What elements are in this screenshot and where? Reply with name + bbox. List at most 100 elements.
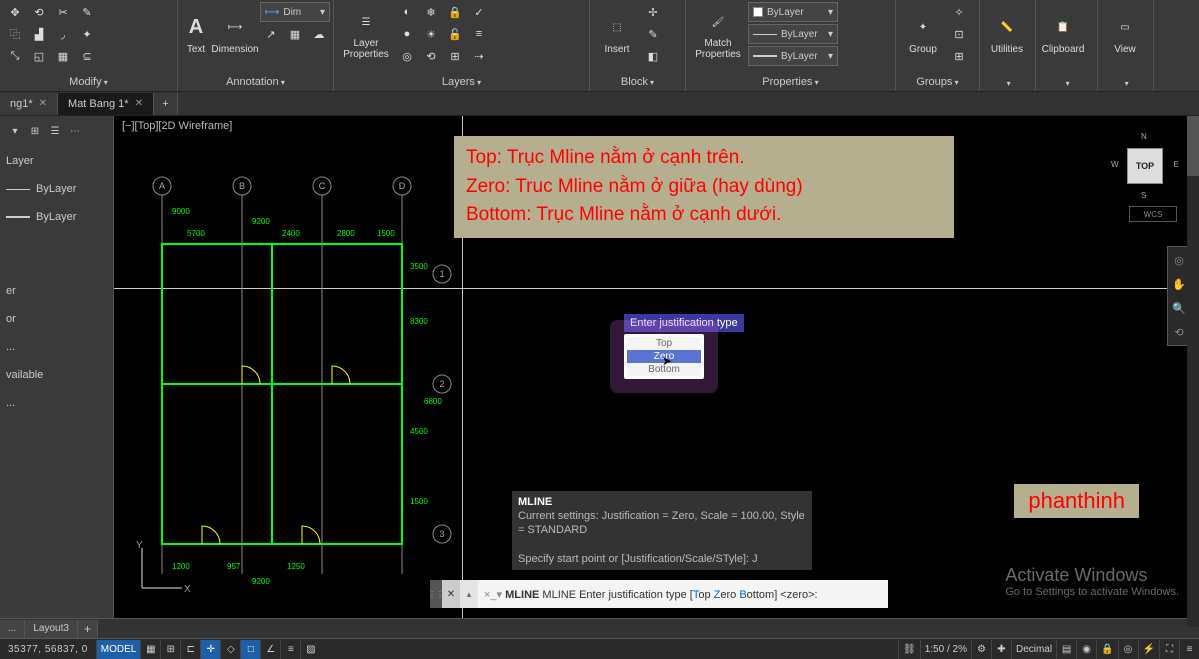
clipboard-button[interactable]: 📋Clipboard xyxy=(1040,2,1086,66)
dimension-button[interactable]: ⟼ Dimension xyxy=(212,2,258,66)
match-properties-button[interactable]: 🖌 Match Properties xyxy=(690,2,746,66)
polar-toggle-icon[interactable]: ✛ xyxy=(200,640,220,659)
layout-tab-add[interactable]: + xyxy=(78,620,98,638)
command-line[interactable]: ⋮⋮ ✕ ▴ ×_▾ MLINE MLINE Enter justificati… xyxy=(430,580,888,608)
hwaccel-icon[interactable]: ⚡ xyxy=(1138,640,1159,659)
layer-prev-icon[interactable]: ⟲ xyxy=(420,46,442,66)
transparency-toggle-icon[interactable]: ▨ xyxy=(300,640,320,659)
dim-style-select[interactable]: ⟼Dim▾ xyxy=(260,2,330,22)
layer-freeze-icon[interactable]: ❄ xyxy=(420,2,442,22)
wcs-indicator[interactable]: WCS xyxy=(1129,206,1177,222)
layer-make-icon[interactable]: ✓ xyxy=(468,2,490,22)
layer-properties-button[interactable]: ☰ Layer Properties xyxy=(338,2,394,66)
ungroup-icon[interactable]: ✧ xyxy=(948,2,970,22)
workspace-icon[interactable]: ◉ xyxy=(1076,640,1096,659)
viewport-controls[interactable]: [−][Top][2D Wireframe] xyxy=(122,120,232,132)
layer-on-icon[interactable]: ● xyxy=(396,24,418,44)
group-button[interactable]: ✦ Group xyxy=(900,2,946,66)
doc-tab-add[interactable]: + xyxy=(154,93,178,115)
stretch-icon[interactable]: ⤡ xyxy=(4,46,26,66)
isolate-icon[interactable]: ◎ xyxy=(1118,640,1138,659)
customize-icon[interactable]: ≡ xyxy=(1179,640,1199,659)
anno-scale-icon[interactable]: ⛓ xyxy=(898,640,920,659)
panel-clipboard[interactable]: . xyxy=(1040,78,1093,89)
palette-filter-icon[interactable]: ☰ xyxy=(46,122,64,140)
cmdline-close-icon[interactable]: ✕ xyxy=(442,580,460,608)
vertical-scrollbar[interactable] xyxy=(1187,116,1199,627)
block-create-icon[interactable]: ✢ xyxy=(642,2,664,22)
linetype-select[interactable]: ByLayer▾ xyxy=(748,24,838,44)
viewcube-top-face[interactable]: TOP xyxy=(1127,148,1163,184)
color-select[interactable]: ByLayer▾ xyxy=(748,2,838,22)
viewcube[interactable]: N S E W TOP xyxy=(1113,134,1177,198)
panel-annotation[interactable]: Annotation xyxy=(182,75,329,89)
offset-icon[interactable]: ⊆ xyxy=(76,46,98,66)
scale-readout[interactable]: 1:50 / 2% xyxy=(920,640,971,659)
lock-ui-icon[interactable]: 🔒 xyxy=(1096,640,1117,659)
snap-toggle-icon[interactable]: ⊞ xyxy=(160,640,180,659)
panel-utilities[interactable]: . xyxy=(984,78,1031,89)
iso-toggle-icon[interactable]: ◇ xyxy=(220,640,240,659)
ortho-toggle-icon[interactable]: ⊏ xyxy=(180,640,200,659)
layer-thaw-icon[interactable]: ☀ xyxy=(420,24,442,44)
coordinates-readout[interactable]: 35377, 56837, 0 xyxy=(0,644,96,655)
model-space-button[interactable]: MODEL xyxy=(96,640,141,659)
table-icon[interactable]: ▦ xyxy=(284,24,306,44)
insert-button[interactable]: ⬚ Insert xyxy=(594,2,640,66)
cmdline-history-icon[interactable]: ▴ xyxy=(460,580,478,608)
panel-modify[interactable]: Modify xyxy=(4,75,173,89)
layer-lock-icon[interactable]: 🔒 xyxy=(444,2,466,22)
option-bottom[interactable]: Bottom xyxy=(627,363,701,376)
panel-view[interactable]: . xyxy=(1102,78,1149,89)
layer-walk-icon[interactable]: ⇢ xyxy=(468,46,490,66)
nav-wheel-icon[interactable]: ◎ xyxy=(1170,251,1188,269)
scroll-thumb[interactable] xyxy=(1187,116,1199,176)
command-input[interactable]: ×_▾ MLINE MLINE Enter justification type… xyxy=(478,588,888,601)
panel-groups[interactable]: Groups xyxy=(900,75,975,89)
group-select-icon[interactable]: ⊞ xyxy=(948,46,970,66)
palette-more-icon[interactable]: ⋯ xyxy=(66,122,84,140)
mirror-icon[interactable]: ▟ xyxy=(28,24,50,44)
layer-match-icon[interactable]: ≡ xyxy=(468,24,490,44)
panel-properties[interactable]: Properties xyxy=(690,75,891,89)
doc-tab-1[interactable]: ng1*✕ xyxy=(0,93,58,115)
text-button[interactable]: A Text xyxy=(182,2,210,66)
grid-toggle-icon[interactable]: ▦ xyxy=(140,640,160,659)
nav-zoom-icon[interactable]: 🔍 xyxy=(1170,299,1188,317)
gear-icon[interactable]: ⚙ xyxy=(971,640,991,659)
block-edit-icon[interactable]: ✎ xyxy=(642,24,664,44)
otrack-toggle-icon[interactable]: ∠ xyxy=(260,640,280,659)
layer-unlock-icon[interactable]: 🔓 xyxy=(444,24,466,44)
option-top[interactable]: Top xyxy=(627,337,701,350)
layout-tab-prev[interactable]: ... xyxy=(0,620,25,638)
move-icon[interactable]: ✥ xyxy=(4,2,26,22)
block-attr-icon[interactable]: ◧ xyxy=(642,46,664,66)
utilities-button[interactable]: 📏Utilities xyxy=(984,2,1030,66)
doc-tab-2[interactable]: Mat Bang 1*✕ xyxy=(58,93,154,115)
osnap-toggle-icon[interactable]: □ xyxy=(240,640,260,659)
lineweight-toggle-icon[interactable]: ≡ xyxy=(280,640,300,659)
lineweight-select[interactable]: ByLayer▾ xyxy=(748,46,838,66)
array-icon[interactable]: ▦ xyxy=(52,46,74,66)
drawing-viewport[interactable]: [−][Top][2D Wireframe] A B C D 1 2 3 xyxy=(114,116,1199,618)
close-icon[interactable]: ✕ xyxy=(39,98,47,109)
leader-icon[interactable]: ↗ xyxy=(260,24,282,44)
group-edit-icon[interactable]: ⊡ xyxy=(948,24,970,44)
scale-icon[interactable]: ◱ xyxy=(28,46,50,66)
nav-pan-icon[interactable]: ✋ xyxy=(1170,275,1188,293)
layer-off-icon[interactable]: ◐ xyxy=(396,2,418,22)
cleanscreen-icon[interactable]: ⛶ xyxy=(1159,640,1179,659)
view-button[interactable]: ▭View xyxy=(1102,2,1148,66)
erase-icon[interactable]: ✎ xyxy=(76,2,98,22)
layer-iso-icon[interactable]: ◎ xyxy=(396,46,418,66)
palette-tool-icon[interactable]: ▾ xyxy=(6,122,24,140)
palette-pin-icon[interactable]: ⊞ xyxy=(26,122,44,140)
prop-linetype-row[interactable]: ByLayer xyxy=(6,178,107,200)
nav-orbit-icon[interactable]: ⟲ xyxy=(1170,323,1188,341)
panel-layers[interactable]: Layers xyxy=(338,75,585,89)
fillet-icon[interactable]: ◞ xyxy=(52,24,74,44)
close-icon[interactable]: ✕ xyxy=(135,98,143,109)
quickprops-icon[interactable]: ▤ xyxy=(1056,640,1076,659)
panel-block[interactable]: Block xyxy=(594,75,681,89)
copy-icon[interactable]: ⿻ xyxy=(4,24,26,44)
